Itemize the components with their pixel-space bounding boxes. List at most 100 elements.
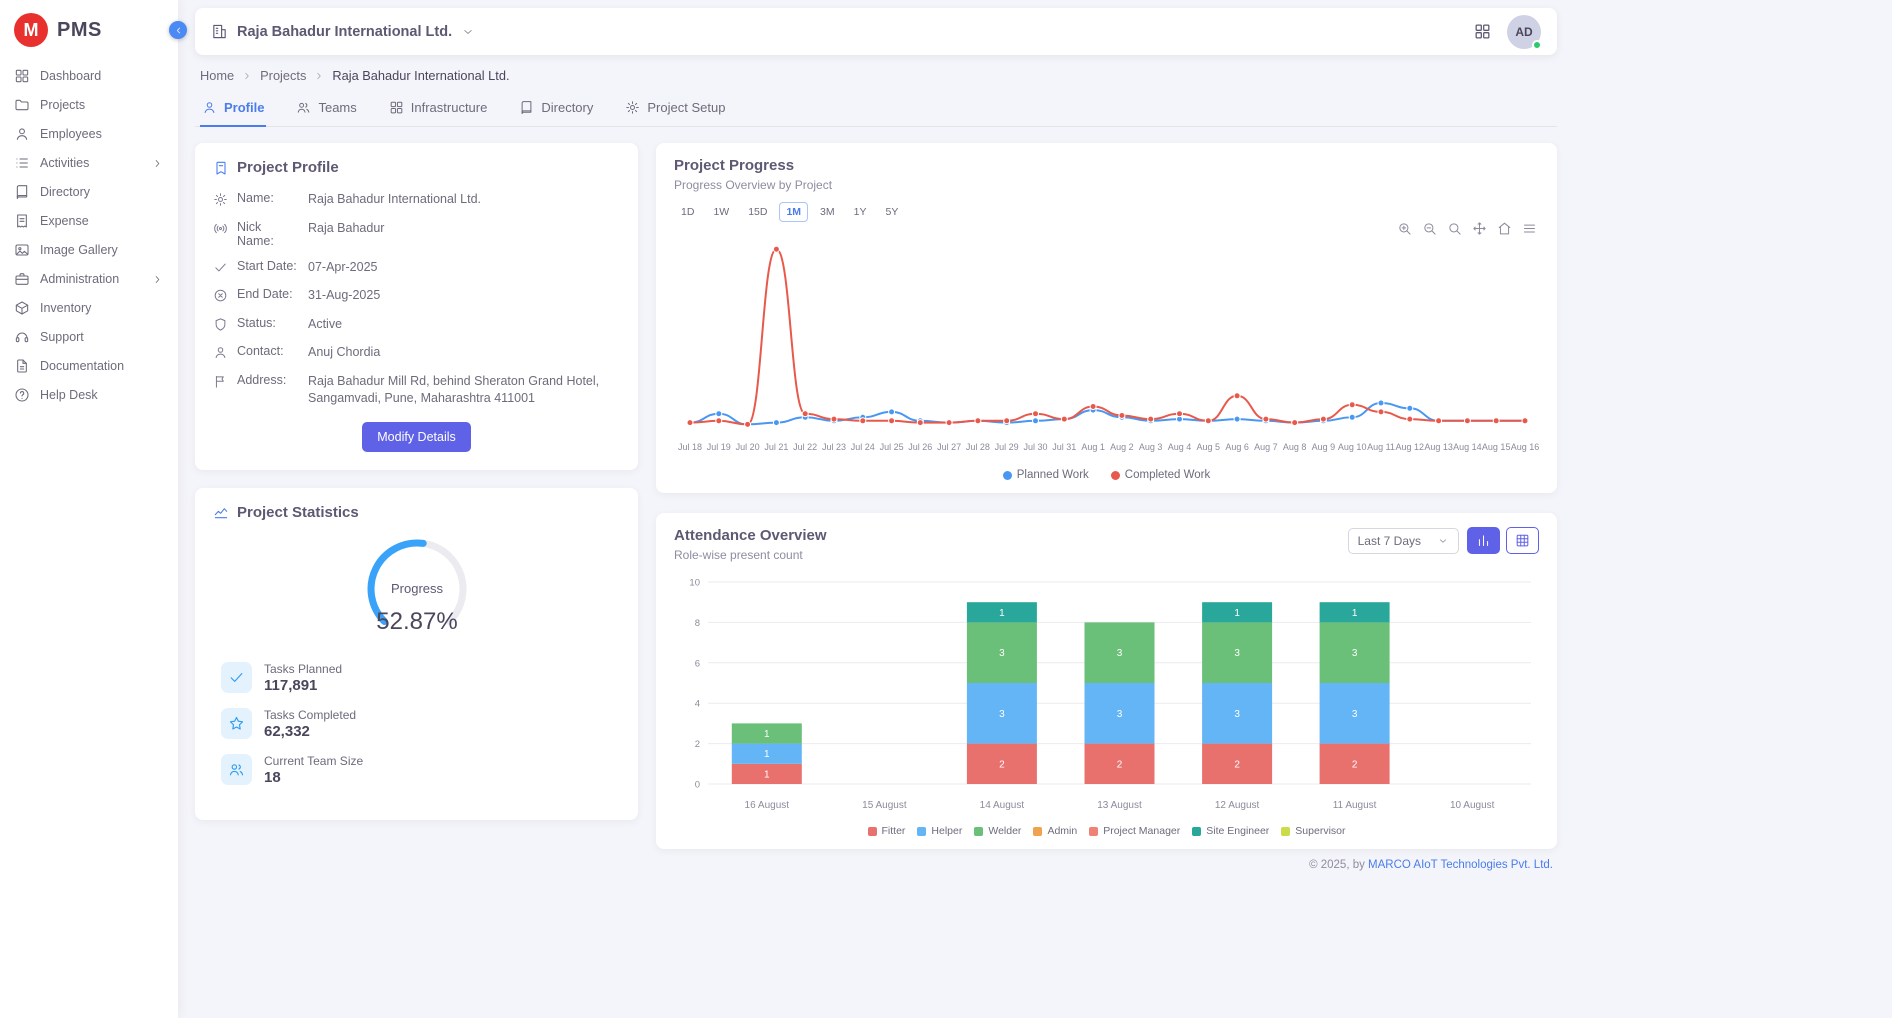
menu-icon[interactable] xyxy=(1522,221,1537,236)
statistics-card-icon xyxy=(213,504,229,520)
breadcrumb-item: Raja Bahadur International Ltd. xyxy=(332,68,509,83)
svg-text:1: 1 xyxy=(764,749,770,760)
zoom-in-icon[interactable] xyxy=(1397,221,1412,236)
legend-admin[interactable]: Admin xyxy=(1033,825,1077,837)
field-value: Anuj Chordia xyxy=(308,344,620,362)
range-3m[interactable]: 3M xyxy=(813,202,842,222)
svg-text:Aug 12: Aug 12 xyxy=(1396,442,1425,452)
statistics-list: Tasks Planned117,891Tasks Completed62,33… xyxy=(213,662,620,786)
svg-text:12 August: 12 August xyxy=(1215,800,1260,811)
tab-teams[interactable]: Teams xyxy=(294,91,358,127)
legend-supervisor[interactable]: Supervisor xyxy=(1281,825,1345,837)
main-area: Raja Bahadur International Ltd. AD Home P… xyxy=(178,0,1892,1018)
svg-text:6: 6 xyxy=(695,658,700,669)
svg-text:Jul 18: Jul 18 xyxy=(678,442,702,452)
tab-label: Profile xyxy=(224,100,264,115)
date-range-select[interactable]: Last 7 Days xyxy=(1348,528,1459,554)
range-1d[interactable]: 1D xyxy=(674,202,701,222)
range-15d[interactable]: 15D xyxy=(741,202,774,222)
brand[interactable]: M PMS xyxy=(0,0,178,61)
range-1m[interactable]: 1M xyxy=(779,202,808,222)
range-1w[interactable]: 1W xyxy=(706,202,736,222)
svg-text:Aug 6: Aug 6 xyxy=(1225,442,1249,452)
sidebar-item-help-desk[interactable]: Help Desk xyxy=(0,381,178,409)
sidebar-item-support[interactable]: Support xyxy=(0,323,178,351)
tab-profile[interactable]: Profile xyxy=(200,91,266,127)
modify-details-button[interactable]: Modify Details xyxy=(362,422,471,452)
profile-field-nick-name: Nick Name:Raja Bahadur xyxy=(213,220,620,248)
sidebar-item-expense[interactable]: Expense xyxy=(0,207,178,235)
table-view-toggle[interactable] xyxy=(1506,527,1539,554)
sidebar-item-dashboard[interactable]: Dashboard xyxy=(0,62,178,90)
svg-text:Aug 14: Aug 14 xyxy=(1453,442,1482,452)
tab-label: Project Setup xyxy=(647,100,725,115)
svg-text:2: 2 xyxy=(1117,759,1123,770)
svg-text:1: 1 xyxy=(999,608,1005,619)
legend-site-engineer[interactable]: Site Engineer xyxy=(1192,825,1269,837)
footer-link[interactable]: MARCO AIoT Technologies Pvt. Ltd. xyxy=(1368,859,1553,871)
sidebar-item-directory[interactable]: Directory xyxy=(0,178,178,206)
svg-text:3: 3 xyxy=(999,648,1005,659)
menu-icon xyxy=(1522,221,1537,236)
tab-directory[interactable]: Directory xyxy=(517,91,595,127)
range-selector: 1D1W15D1M3M1Y5Y xyxy=(674,202,1539,222)
company-name: Raja Bahadur International Ltd. xyxy=(237,24,452,40)
home-icon[interactable] xyxy=(1497,221,1512,236)
name-icon xyxy=(213,192,228,207)
project-statistics-card: Project Statistics Progress52.87% Tasks … xyxy=(195,488,638,820)
range-1y[interactable]: 1Y xyxy=(847,202,874,222)
project-progress-card: Project Progress Progress Overview by Pr… xyxy=(656,143,1557,493)
legend-fitter[interactable]: Fitter xyxy=(868,825,906,837)
svg-text:Aug 13: Aug 13 xyxy=(1424,442,1453,452)
chevron-down-icon xyxy=(461,25,475,39)
breadcrumb-item[interactable]: Projects xyxy=(260,68,306,83)
legend-helper[interactable]: Helper xyxy=(917,825,962,837)
bar-view-toggle[interactable] xyxy=(1467,527,1500,554)
progress-line-chart[interactable]: Jul 18Jul 19Jul 20Jul 21Jul 22Jul 23Jul … xyxy=(674,226,1539,462)
field-label: Nick Name: xyxy=(237,220,299,248)
svg-text:Jul 25: Jul 25 xyxy=(880,442,904,452)
tab-infrastructure[interactable]: Infrastructure xyxy=(387,91,490,127)
legend-completed-work[interactable]: Completed Work xyxy=(1111,469,1210,481)
footer: © 2025, by MARCO AIoT Technologies Pvt. … xyxy=(195,849,1557,885)
company-selector[interactable]: Raja Bahadur International Ltd. xyxy=(211,23,475,40)
progress-card-title: Project Progress xyxy=(674,157,1539,174)
view-toggles xyxy=(1467,527,1539,554)
progress-legend: Planned Work Completed Work xyxy=(674,469,1539,481)
sidebar-item-label: Support xyxy=(40,330,84,344)
profile-card-title: Project Profile xyxy=(213,159,620,176)
profile-card-icon xyxy=(213,160,229,176)
sidebar-item-documentation[interactable]: Documentation xyxy=(0,352,178,380)
attendance-bar-chart[interactable]: 024681016 August11115 August14 August233… xyxy=(674,570,1539,820)
field-label: Start Date: xyxy=(237,259,299,273)
breadcrumb-item[interactable]: Home xyxy=(200,68,234,83)
sidebar-item-administration[interactable]: Administration xyxy=(0,265,178,293)
svg-text:Jul 22: Jul 22 xyxy=(793,442,817,452)
zoom-out-icon[interactable] xyxy=(1422,221,1437,236)
tab-label: Directory xyxy=(541,100,593,115)
legend-project-manager[interactable]: Project Manager xyxy=(1089,825,1180,837)
progress-gauge-wrap: Progress52.87% xyxy=(213,531,620,648)
apps-grid-icon[interactable] xyxy=(1473,22,1492,41)
nickname-icon xyxy=(213,221,228,236)
stat-tasks-completed: Tasks Completed62,332 xyxy=(221,708,620,740)
sidebar-collapse-button[interactable] xyxy=(169,21,187,39)
sidebar-item-activities[interactable]: Activities xyxy=(0,149,178,177)
field-label: Contact: xyxy=(237,344,299,358)
sidebar-item-label: Help Desk xyxy=(40,388,98,402)
pan-icon[interactable] xyxy=(1472,221,1487,236)
sidebar-item-projects[interactable]: Projects xyxy=(0,91,178,119)
sidebar-item-inventory[interactable]: Inventory xyxy=(0,294,178,322)
svg-text:2: 2 xyxy=(1352,759,1358,770)
sidebar-item-image-gallery[interactable]: Image Gallery xyxy=(0,236,178,264)
avatar[interactable]: AD xyxy=(1507,15,1541,49)
range-5y[interactable]: 5Y xyxy=(878,202,905,222)
svg-text:3: 3 xyxy=(1117,648,1123,659)
selection-zoom-icon[interactable] xyxy=(1447,221,1462,236)
legend-planned-work[interactable]: Planned Work xyxy=(1003,469,1089,481)
directory-tab-icon xyxy=(519,100,534,115)
sidebar-item-employees[interactable]: Employees xyxy=(0,120,178,148)
legend-welder[interactable]: Welder xyxy=(974,825,1021,837)
tab-project-setup[interactable]: Project Setup xyxy=(623,91,727,127)
chevron-down-icon xyxy=(1437,535,1449,547)
